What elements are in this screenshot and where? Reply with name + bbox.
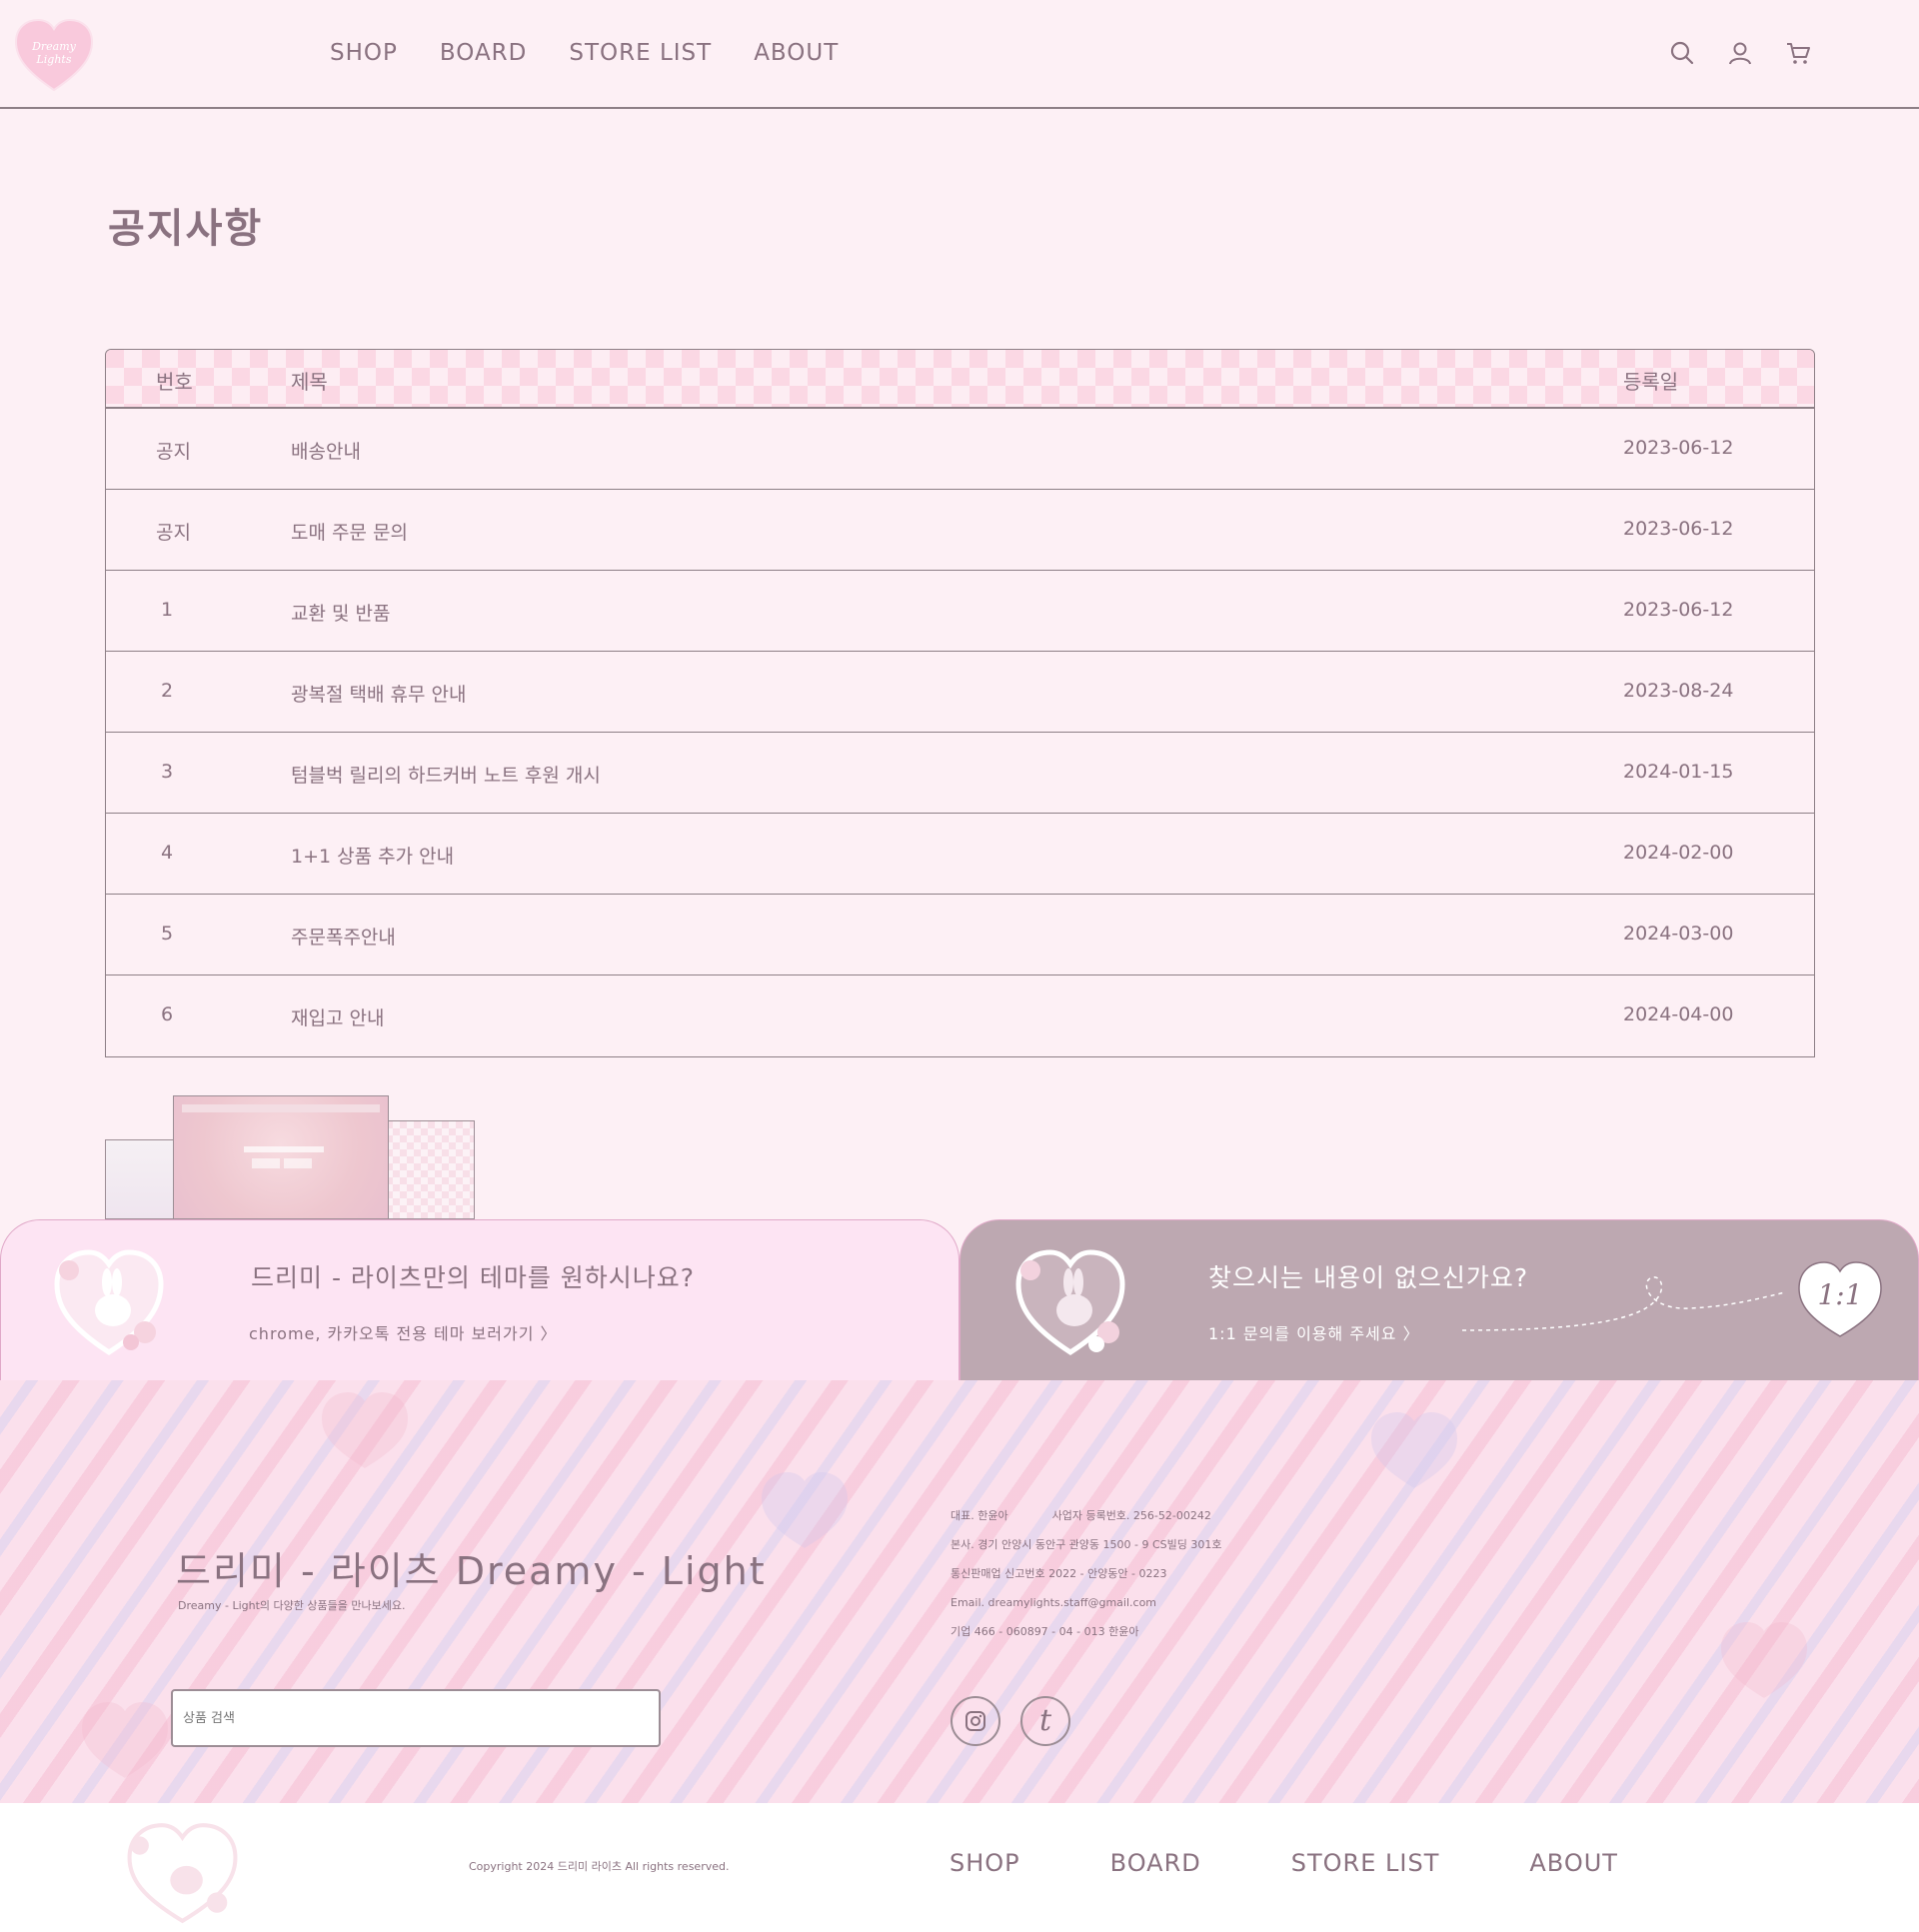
logo-text: Dreamy Lights [32,40,76,66]
nav-board[interactable]: BOARD [440,40,528,66]
table-row[interactable]: 2 광복절 택배 휴무 안내 2023-08-24 [106,652,1814,733]
logo[interactable]: Dreamy Lights [14,18,94,94]
theme-thumbnail[interactable] [105,1139,179,1219]
heart-pattern-icon [82,1702,168,1778]
row-date: 2023-06-12 [1623,599,1734,621]
company-info: 대표. 한윤아 사업자 등록번호. 256-52-00242 본사. 경기 안양시… [951,1501,1222,1646]
row-num: 2 [161,680,174,702]
table-row[interactable]: 1 교환 및 반품 2023-06-12 [106,571,1814,652]
theme-thumbnail[interactable] [173,1095,389,1219]
row-title[interactable]: 재입고 안내 [291,1003,384,1030]
header-date: 등록일 [1623,370,1679,394]
bottom-nav: SHOP BOARD STORE LIST ABOUT [950,1849,1618,1877]
cart-icon[interactable] [1785,40,1811,66]
bottom-bar: Copyright 2024 드리미 라이츠 All rights reserv… [0,1803,1919,1932]
heart-pattern-icon [1721,1622,1807,1698]
bunny-heart-emblem-icon [1015,1249,1125,1355]
theme-banner[interactable]: 드리미 - 라이츠만의 테마를 원하시나요? chrome, 카카오톡 전용 테… [0,1219,960,1380]
bottom-nav-about[interactable]: ABOUT [1529,1849,1618,1877]
table-row[interactable]: 공지 배송안내 2023-06-12 [106,409,1814,490]
row-title[interactable]: 도매 주문 문의 [291,518,408,545]
nav-shop[interactable]: SHOP [330,40,398,66]
table-row[interactable]: 6 재입고 안내 2024-04-00 [106,975,1814,1056]
row-date: 2023-06-12 [1623,518,1734,540]
row-title[interactable]: 교환 및 반품 [291,599,390,626]
row-title[interactable]: 텀블벅 릴리의 하드커버 노트 후원 개시 [291,761,601,788]
tumblr-icon[interactable]: t [1020,1696,1070,1746]
bunny-heart-emblem-icon [127,1823,238,1924]
heart-pattern-icon [322,1392,408,1468]
row-date: 2023-06-12 [1623,437,1734,459]
email-text: Email. dreamylights.staff@gmail.com [951,1596,1157,1609]
theme-link[interactable]: chrome, 카카오톡 전용 테마 보러가기 〉 [249,1320,558,1344]
instagram-icon[interactable] [951,1696,1000,1746]
one-to-one-label: 1:1 [1817,1278,1862,1311]
footer-search-input[interactable] [173,1691,659,1745]
nav-about[interactable]: ABOUT [754,40,839,66]
bottom-nav-shop[interactable]: SHOP [950,1849,1020,1877]
row-date: 2023-08-24 [1623,680,1734,702]
inquiry-link[interactable]: 1:1 문의를 이용해 주세요 〉 [1208,1320,1420,1344]
table-row[interactable]: 5 주문폭주안내 2024-03-00 [106,895,1814,975]
footer-brand-subtitle: Dreamy - Light의 다양한 상품들을 만나보세요. [178,1599,406,1612]
dashed-path-decoration [1461,1276,1786,1331]
row-date: 2024-04-00 [1623,1003,1734,1025]
heart-pattern-icon [762,1472,848,1548]
row-title[interactable]: 배송안내 [291,437,361,464]
user-icon[interactable] [1727,40,1753,66]
inquiry-banner[interactable]: 찾으시는 내용이 없으신가요? 1:1 문의를 이용해 주세요 〉 1:1 [960,1219,1919,1380]
row-num: 4 [161,842,174,864]
row-num: 1 [161,599,174,621]
theme-preview-image [182,1104,380,1168]
theme-thumbnail[interactable] [385,1120,475,1219]
notice-table: 번호 제목 등록일 공지 배송안내 2023-06-12 공지 도매 주문 문의… [105,349,1815,1057]
header-title: 제목 [291,370,328,394]
ecommerce-text: 통신판매업 신고번호 2022 - 안양동안 - 0223 [951,1567,1167,1580]
row-num: 공지 [156,522,191,544]
header-num: 번호 [156,370,193,394]
row-date: 2024-03-00 [1623,923,1734,945]
company-text: 기업 466 - 060897 - 04 - 013 한윤아 [951,1625,1139,1638]
tumblr-letter: t [1038,1703,1052,1738]
table-row[interactable]: 공지 도매 주문 문의 2023-06-12 [106,490,1814,571]
nav-store-list[interactable]: STORE LIST [569,40,712,66]
one-to-one-heart-icon[interactable]: 1:1 [1797,1258,1883,1338]
ceo-text: 대표. 한윤아 [951,1509,1008,1522]
row-num: 5 [161,923,174,945]
row-title[interactable]: 광복절 택배 휴무 안내 [291,680,466,707]
bunny-heart-emblem-icon [54,1249,164,1355]
header-icons [1669,40,1811,66]
biz-no-text: 사업자 등록번호. 256-52-00242 [1051,1509,1211,1522]
address-text: 본사. 경기 안양시 동안구 관양동 1500 - 9 CS빌딩 301호 [951,1538,1222,1551]
row-num: 공지 [156,441,191,463]
bottom-nav-store-list[interactable]: STORE LIST [1291,1849,1440,1877]
table-header: 번호 제목 등록일 [106,350,1814,409]
banner-title: 드리미 - 라이츠만의 테마를 원하시나요? [251,1263,696,1292]
row-title[interactable]: 주문폭주안내 [291,923,396,950]
row-num: 6 [161,1003,174,1025]
row-num: 3 [161,761,174,783]
table-row[interactable]: 4 1+1 상품 추가 안내 2024-02-00 [106,814,1814,895]
main-nav: SHOP BOARD STORE LIST ABOUT [330,40,839,66]
site-header: Dreamy Lights SHOP BOARD STORE LIST ABOU… [0,0,1919,109]
row-date: 2024-02-00 [1623,842,1734,864]
heart-pattern-icon [1371,1412,1457,1488]
footer-search[interactable] [171,1689,661,1747]
site-footer: 드리미 - 라이츠 Dreamy - Light Dreamy - Light의… [0,1380,1919,1803]
page-title: 공지사항 [108,206,264,252]
bottom-nav-board[interactable]: BOARD [1110,1849,1201,1877]
footer-brand: 드리미 - 라이츠 Dreamy - Light [176,1549,767,1593]
copyright-text: Copyright 2024 드리미 라이츠 All rights reserv… [469,1860,730,1873]
search-icon[interactable] [1669,40,1695,66]
row-date: 2024-01-15 [1623,761,1734,783]
table-row[interactable]: 3 텀블벅 릴리의 하드커버 노트 후원 개시 2024-01-15 [106,733,1814,814]
row-title[interactable]: 1+1 상품 추가 안내 [291,842,454,869]
